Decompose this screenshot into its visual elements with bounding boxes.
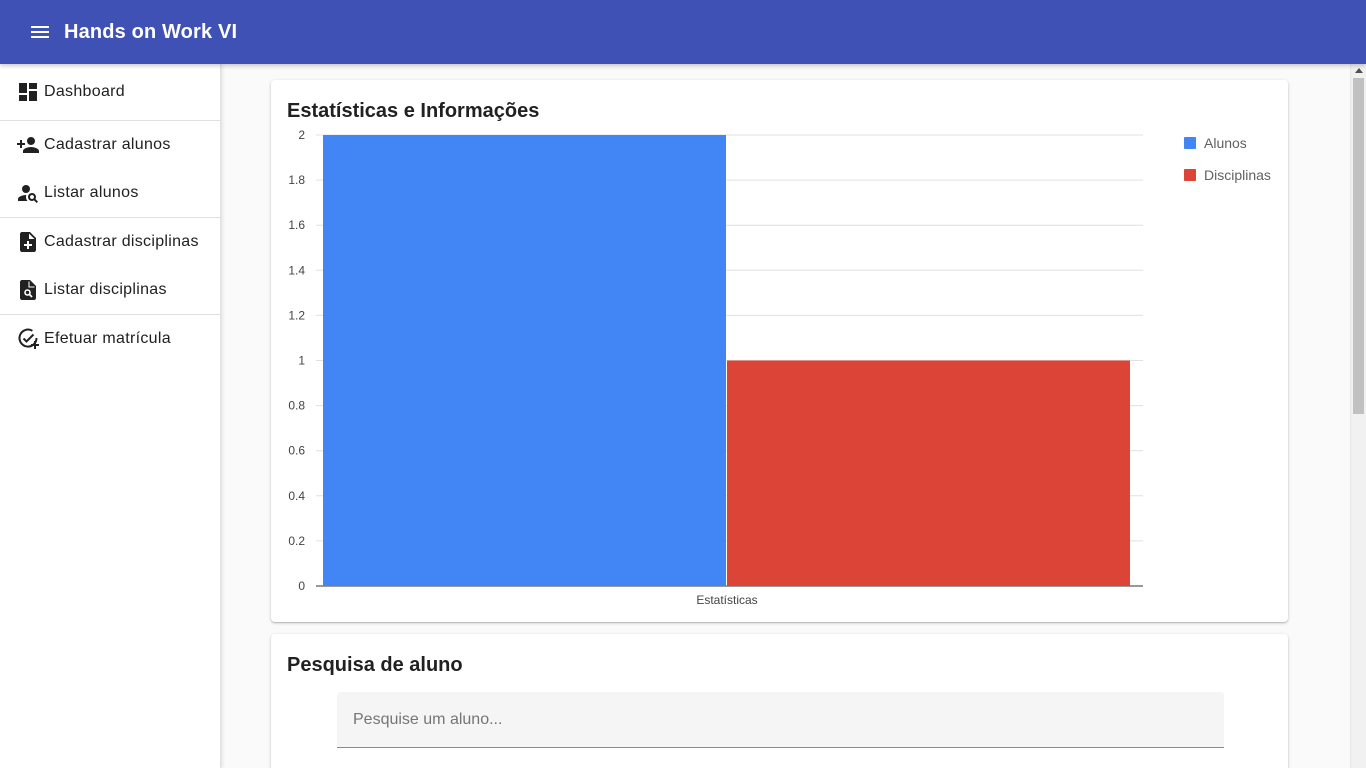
sidebar-item-label: Efetuar matrícula [44, 330, 171, 347]
scrollbar-thumb[interactable] [1353, 78, 1364, 414]
menu-icon [31, 26, 49, 38]
legend-swatch-alunos [1184, 137, 1196, 149]
sidebar-item-dashboard[interactable]: Dashboard [0, 64, 220, 120]
add-task-icon [16, 327, 40, 351]
sidebar-item-efetuar-matricula[interactable]: Efetuar matrícula [0, 315, 220, 363]
y-tick-label: 0 [298, 579, 305, 593]
search-card-title: Pesquisa de aluno [287, 654, 463, 676]
sidebar-item-listar-disciplinas[interactable]: Listar disciplinas [0, 266, 220, 314]
sidebar-item-label: Cadastrar alunos [44, 136, 171, 153]
stats-bar-chart: 0 0.2 0.4 0.6 0.8 1 1.2 1.4 1.6 1.8 2 Estatísticas A… [288, 128, 1271, 607]
y-tick-label: 1 [298, 354, 305, 368]
legend-label: Disciplinas [1204, 167, 1271, 183]
sidebar-item-label: Dashboard [44, 83, 125, 100]
main-content: Estatísticas e Informações 0 0.2 0.4 0.6 0.8… [222, 64, 1350, 768]
app-title: Hands on Work VI [64, 20, 238, 43]
sidebar-item-label: Listar disciplinas [44, 281, 167, 298]
nav-group-disciplinas: Cadastrar disciplinas Listar disciplinas [0, 218, 220, 315]
top-app-bar: Hands on Work VI [0, 0, 1366, 64]
sidebar-item-cadastrar-alunos[interactable]: Cadastrar alunos [0, 121, 220, 169]
y-tick-label: 0.2 [288, 534, 305, 548]
y-tick-label: 1.4 [288, 263, 305, 277]
y-tick-label: 1.6 [288, 218, 305, 232]
scroll-up-arrow-icon[interactable] [1355, 68, 1363, 73]
person-add-icon [16, 133, 40, 157]
y-tick-label: 0.8 [288, 399, 305, 413]
stats-card: Estatísticas e Informações 0 0.2 0.4 0.6 0.8… [271, 80, 1288, 622]
y-tick-label: 0.4 [288, 489, 305, 503]
sidebar-item-label: Listar alunos [44, 184, 139, 201]
page-scrollbar[interactable] [1350, 64, 1366, 768]
file-search-icon [16, 278, 40, 302]
legend-label: Alunos [1204, 135, 1247, 151]
y-tick-label: 0.6 [288, 444, 305, 458]
search-field [337, 692, 1224, 748]
nav-group-matricula: Efetuar matrícula [0, 315, 220, 363]
bar-alunos [323, 135, 726, 586]
person-search-icon [16, 181, 40, 205]
sidebar: Dashboard Cadastrar alunos Listar alunos… [0, 64, 221, 768]
bar-disciplinas [727, 360, 1130, 586]
sidebar-item-listar-alunos[interactable]: Listar alunos [0, 169, 220, 217]
nav-group-dashboard: Dashboard [0, 64, 220, 121]
x-tick-label: Estatísticas [696, 593, 757, 607]
menu-button[interactable] [16, 8, 64, 56]
y-tick-label: 1.2 [288, 308, 305, 322]
note-add-icon [16, 230, 40, 254]
search-card: Pesquisa de aluno [271, 634, 1288, 768]
nav-group-alunos: Cadastrar alunos Listar alunos [0, 121, 220, 218]
search-input[interactable] [337, 692, 1224, 747]
y-tick-label: 1.8 [288, 173, 305, 187]
y-tick-label: 2 [298, 128, 305, 142]
sidebar-item-label: Cadastrar disciplinas [44, 233, 199, 250]
dashboard-icon [16, 80, 40, 104]
sidebar-item-cadastrar-disciplinas[interactable]: Cadastrar disciplinas [0, 218, 220, 266]
legend-swatch-disciplinas [1184, 169, 1196, 181]
